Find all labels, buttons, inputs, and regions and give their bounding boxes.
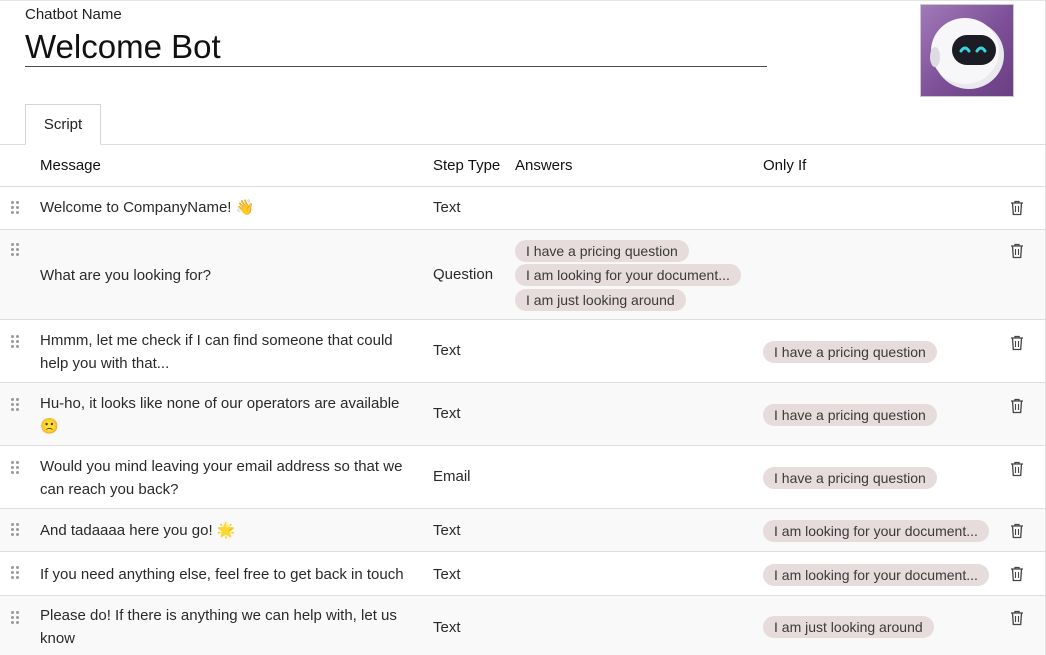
robot-avatar-icon: [930, 18, 1004, 89]
step-message[interactable]: Please do! If there is anything we can h…: [40, 604, 420, 650]
drag-handle-icon[interactable]: [11, 243, 21, 257]
column-step-type: Step Type: [433, 157, 501, 174]
answer-pill[interactable]: I have a pricing question: [515, 240, 689, 262]
drag-handle-icon[interactable]: [11, 461, 21, 475]
table-header: Message Step Type Answers Only If: [0, 146, 1045, 187]
tab-strip: [0, 144, 1046, 145]
trash-icon[interactable]: [1010, 398, 1024, 414]
trash-icon[interactable]: [1010, 566, 1024, 582]
trash-icon[interactable]: [1010, 335, 1024, 351]
step-message[interactable]: Welcome to CompanyName! 👋: [40, 196, 420, 219]
table-row[interactable]: Would you mind leaving your email addres…: [0, 446, 1045, 509]
step-type[interactable]: Text: [433, 521, 461, 541]
only-if-pill[interactable]: I have a pricing question: [763, 467, 937, 489]
drag-handle-icon[interactable]: [11, 566, 21, 580]
column-answers: Answers: [515, 157, 573, 174]
step-type[interactable]: Text: [433, 198, 461, 218]
top-border: [0, 0, 1046, 1]
chatbot-name-input[interactable]: Welcome Bot: [25, 28, 767, 67]
trash-icon[interactable]: [1010, 523, 1024, 539]
table-row[interactable]: If you need anything else, feel free to …: [0, 552, 1045, 596]
answer-pill[interactable]: I am just looking around: [515, 289, 686, 311]
step-message[interactable]: Would you mind leaving your email addres…: [40, 455, 420, 501]
drag-handle-icon[interactable]: [11, 611, 21, 625]
table-row[interactable]: And tadaaaa here you go! 🌟 Text I am loo…: [0, 509, 1045, 552]
drag-handle-icon[interactable]: [11, 398, 21, 412]
step-type[interactable]: Question: [433, 265, 493, 285]
column-message: Message: [40, 157, 101, 174]
table-row[interactable]: Please do! If there is anything we can h…: [0, 596, 1045, 655]
trash-icon[interactable]: [1010, 461, 1024, 477]
trash-icon[interactable]: [1010, 200, 1024, 216]
step-message[interactable]: What are you looking for?: [40, 264, 420, 287]
robot-avatar-image[interactable]: [920, 4, 1014, 97]
only-if-pill[interactable]: I am just looking around: [763, 616, 934, 638]
drag-handle-icon[interactable]: [11, 523, 21, 537]
step-message[interactable]: Hmmm, let me check if I can find someone…: [40, 329, 420, 375]
trash-icon[interactable]: [1010, 610, 1024, 626]
table-row[interactable]: Welcome to CompanyName! 👋 Text: [0, 186, 1045, 230]
tab-script[interactable]: Script: [25, 104, 101, 145]
answer-pill[interactable]: I am looking for your document...: [515, 264, 741, 286]
only-if-pill[interactable]: I am looking for your document...: [763, 564, 989, 586]
only-if-pill[interactable]: I have a pricing question: [763, 404, 937, 426]
column-only-if: Only If: [763, 157, 807, 174]
step-type[interactable]: Email: [433, 467, 471, 487]
drag-handle-icon[interactable]: [11, 201, 21, 215]
step-type[interactable]: Text: [433, 618, 461, 638]
step-message[interactable]: And tadaaaa here you go! 🌟: [40, 519, 420, 542]
step-type[interactable]: Text: [433, 565, 461, 585]
table-row[interactable]: Hmmm, let me check if I can find someone…: [0, 320, 1045, 383]
step-message[interactable]: Hu-ho, it looks like none of our operato…: [40, 392, 420, 438]
trash-icon[interactable]: [1010, 243, 1024, 259]
step-message[interactable]: If you need anything else, feel free to …: [40, 563, 435, 586]
only-if-pill[interactable]: I am looking for your document...: [763, 520, 989, 542]
drag-handle-icon[interactable]: [11, 335, 21, 349]
step-type[interactable]: Text: [433, 404, 461, 424]
only-if-pill[interactable]: I have a pricing question: [763, 341, 937, 363]
table-row[interactable]: Hu-ho, it looks like none of our operato…: [0, 383, 1045, 446]
chatbot-name-label: Chatbot Name: [25, 6, 122, 23]
table-row[interactable]: What are you looking for? Question I hav…: [0, 230, 1045, 320]
step-type[interactable]: Text: [433, 341, 461, 361]
